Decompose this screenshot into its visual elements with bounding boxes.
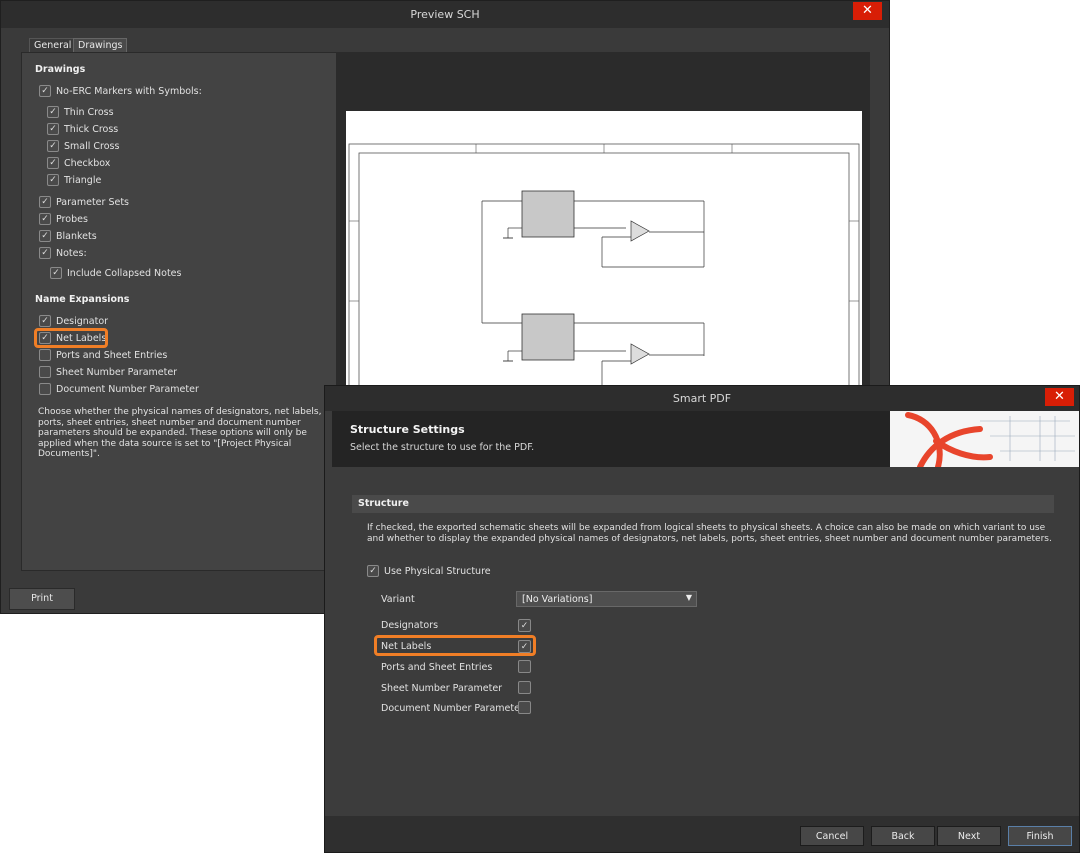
parameter-sets-checkbox[interactable]: ✓ Parameter Sets: [39, 195, 129, 209]
checkbox-icon: ✓: [47, 174, 59, 186]
smart-pdf-titlebar[interactable]: Smart PDF ✕: [325, 386, 1079, 411]
probes-checkbox[interactable]: ✓ Probes: [39, 212, 88, 226]
finish-button[interactable]: Finish: [1008, 826, 1072, 846]
tab-drawings[interactable]: Drawings: [73, 38, 127, 53]
no-erc-markers-checkbox[interactable]: ✓ No-ERC Markers with Symbols:: [39, 84, 202, 98]
checkbox-icon: ✓: [39, 230, 51, 242]
checkbox-icon: ✓: [39, 315, 51, 327]
document-number-parameter-checkbox[interactable]: Document Number Parameter: [39, 382, 199, 396]
triangle-checkbox[interactable]: ✓ Triangle: [47, 173, 101, 187]
acrobat-logo-icon: [905, 412, 1075, 467]
preview-sch-titlebar[interactable]: Preview SCH ✕: [1, 1, 889, 28]
designators-checkbox[interactable]: ✓: [518, 619, 531, 632]
ports-sheet-entries-checkbox[interactable]: Ports and Sheet Entries: [39, 348, 167, 362]
checkbox-icon: [39, 349, 51, 361]
back-button[interactable]: Back: [871, 826, 935, 846]
use-physical-structure-checkbox[interactable]: ✓ Use Physical Structure: [367, 564, 491, 578]
designators-label: Designators: [381, 620, 439, 631]
checkbox-icon: ✓: [39, 213, 51, 225]
checkbox-icon: ✓: [39, 247, 51, 259]
header-subtitle: Select the structure to use for the PDF.: [350, 442, 535, 453]
window-title: Smart PDF: [672, 392, 732, 405]
close-icon[interactable]: ✕: [853, 2, 882, 20]
checkbox-icon: ✓: [47, 140, 59, 152]
smart-pdf-window: Smart PDF ✕ Structure Settings Select th…: [324, 385, 1080, 853]
document-number-parameter-checkbox[interactable]: [518, 701, 531, 714]
ports-sheet-entries-checkbox[interactable]: [518, 660, 531, 673]
checkbox-icon: ✓: [367, 565, 379, 577]
include-collapsed-notes-checkbox[interactable]: ✓ Include Collapsed Notes: [50, 266, 181, 280]
schematic-drawing: [348, 143, 860, 395]
wizard-header: Structure Settings Select the structure …: [332, 411, 1079, 467]
cancel-button[interactable]: Cancel: [800, 826, 864, 846]
notes-checkbox[interactable]: ✓ Notes:: [39, 246, 87, 260]
thick-cross-checkbox[interactable]: ✓ Thick Cross: [47, 122, 118, 136]
checkbox-icon: ✓: [47, 123, 59, 135]
close-icon[interactable]: ✕: [1045, 388, 1074, 406]
variant-label: Variant: [381, 594, 415, 605]
checkbox-icon: [39, 366, 51, 378]
checkbox-icon: ✓: [47, 157, 59, 169]
checkbox-icon: [39, 383, 51, 395]
window-title: Preview SCH: [410, 8, 480, 21]
net-labels-highlight: [374, 635, 536, 656]
checkbox-icon: ✓: [39, 196, 51, 208]
checkbox-icon: ✓: [47, 106, 59, 118]
tab-general[interactable]: General: [29, 38, 77, 53]
name-expansions-section-title: Name Expansions: [35, 294, 130, 305]
net-labels-highlight: [34, 328, 108, 348]
checkbox-marker-checkbox[interactable]: ✓ Checkbox: [47, 156, 110, 170]
sheet-number-parameter-checkbox[interactable]: [518, 681, 531, 694]
variant-value: [No Variations]: [522, 594, 593, 605]
next-button[interactable]: Next: [937, 826, 1001, 846]
name-expansions-description: Choose whether the physical names of des…: [38, 407, 322, 459]
header-title: Structure Settings: [350, 423, 465, 436]
checkbox-icon: ✓: [39, 85, 51, 97]
thin-cross-checkbox[interactable]: ✓ Thin Cross: [47, 105, 114, 119]
variant-select[interactable]: [No Variations] ▼: [516, 591, 697, 607]
structure-section-title: Structure: [358, 498, 409, 509]
chevron-down-icon: ▼: [685, 593, 692, 602]
drawings-section-title: Drawings: [35, 64, 86, 75]
ports-sheet-entries-label: Ports and Sheet Entries: [381, 662, 493, 673]
sheet-number-parameter-checkbox[interactable]: Sheet Number Parameter: [39, 365, 177, 379]
designator-checkbox[interactable]: ✓ Designator: [39, 314, 108, 328]
structure-section-bar: Structure: [352, 495, 1054, 513]
checkbox-icon: ✓: [50, 267, 62, 279]
blankets-checkbox[interactable]: ✓ Blankets: [39, 229, 97, 243]
print-button[interactable]: Print: [9, 588, 75, 610]
document-number-parameter-label: Document Number Parameter: [381, 703, 524, 714]
sheet-number-parameter-label: Sheet Number Parameter: [381, 683, 503, 694]
pdf-logo-banner: [890, 411, 1079, 467]
structure-description: If checked, the exported schematic sheet…: [367, 523, 1052, 544]
small-cross-checkbox[interactable]: ✓ Small Cross: [47, 139, 119, 153]
schematic-preview-page: [346, 111, 862, 395]
wizard-footer: Cancel Back Next Finish: [325, 816, 1079, 852]
